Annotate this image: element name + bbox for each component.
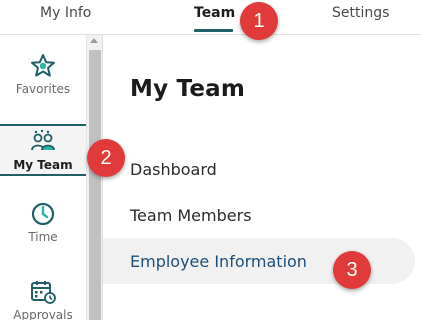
- rail-item-favorites[interactable]: Favorites: [0, 53, 86, 107]
- rail-item-time[interactable]: Time: [0, 201, 86, 255]
- rail-item-my-team[interactable]: My Team: [0, 124, 86, 176]
- rail-item-label: Time: [28, 230, 58, 244]
- calendar-clock-icon: [31, 281, 56, 304]
- link-dashboard[interactable]: Dashboard: [130, 160, 217, 179]
- rail-item-approvals[interactable]: Approvals: [0, 279, 86, 320]
- team-icon: [31, 129, 55, 151]
- page-title: My Team: [130, 76, 246, 102]
- callout-badge: 3: [333, 251, 371, 289]
- callout-badge: 2: [87, 139, 125, 177]
- callout-badge: 1: [240, 2, 278, 40]
- rail-item-label: My Team: [13, 158, 73, 172]
- rail-item-label: Approvals: [13, 308, 73, 320]
- link-team-members[interactable]: Team Members: [130, 206, 252, 225]
- star-icon: [31, 54, 55, 77]
- scroll-up-arrow-icon[interactable]: [90, 38, 98, 43]
- tab-my-info[interactable]: My Info: [40, 5, 91, 21]
- tab-team[interactable]: Team: [194, 5, 235, 21]
- scrollbar-thumb[interactable]: [89, 50, 101, 320]
- clock-icon: [31, 202, 55, 226]
- rail-item-label: Favorites: [15, 82, 71, 96]
- rail-scrollbar[interactable]: [86, 35, 102, 320]
- link-employee-information[interactable]: Employee Information: [130, 252, 307, 271]
- active-tab-indicator: [194, 29, 233, 32]
- left-nav-rail: Favorites My Team Time Approvals: [0, 35, 86, 320]
- top-tab-bar: My Info Team Settings: [0, 0, 421, 35]
- tab-settings[interactable]: Settings: [332, 5, 389, 21]
